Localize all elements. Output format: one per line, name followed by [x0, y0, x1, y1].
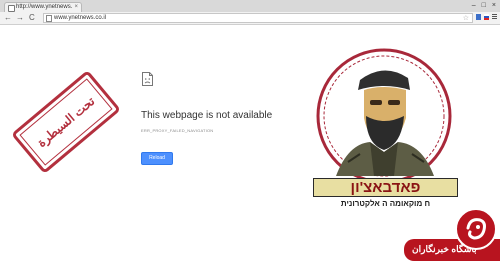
red-stamp: تحت السيطرة [10, 69, 122, 175]
tab-close-icon[interactable]: × [74, 3, 78, 12]
bookmark-star-icon[interactable]: ☆ [463, 14, 469, 23]
tab-strip: http://www.ynetnews.co × – □ × [0, 0, 500, 12]
menu-icon[interactable] [492, 14, 497, 20]
tab-title: http://www.ynetnews.co [16, 4, 72, 10]
page-icon [46, 15, 52, 22]
sad-page-icon [142, 72, 153, 86]
emblem-title: פאדבאצ'ון [313, 178, 458, 197]
url-text[interactable]: www.ynetnews.co.il [54, 14, 106, 23]
browser-tab[interactable]: http://www.ynetnews.co × [4, 2, 82, 12]
maximize-button[interactable]: □ [482, 1, 486, 10]
close-window-button[interactable]: × [492, 1, 496, 10]
extension-icons [476, 14, 497, 20]
forward-button[interactable]: → [16, 13, 24, 23]
reload-nav-button[interactable]: C [29, 13, 35, 23]
browser-toolbar: ← → C www.ynetnews.co.il ☆ [0, 12, 500, 25]
address-bar[interactable]: www.ynetnews.co.il ☆ [43, 13, 473, 23]
agency-logo-icon [455, 208, 497, 250]
stamp-text: تحت السيطرة [34, 93, 98, 150]
back-button[interactable]: ← [4, 13, 12, 23]
minimize-button[interactable]: – [472, 1, 476, 10]
error-title: This webpage is not available [141, 110, 273, 121]
error-code: ERR_PROXY_FAILED_NAVIGATION [141, 128, 214, 133]
extension-icon[interactable] [476, 14, 481, 20]
reload-button[interactable]: Reload [141, 152, 173, 165]
page-favicon-icon [8, 5, 15, 12]
flag-icon[interactable] [484, 14, 489, 20]
emblem-subtitle: ח מוקאומה ה אלקטרונית [340, 199, 431, 208]
window-controls: – □ × [472, 1, 496, 10]
